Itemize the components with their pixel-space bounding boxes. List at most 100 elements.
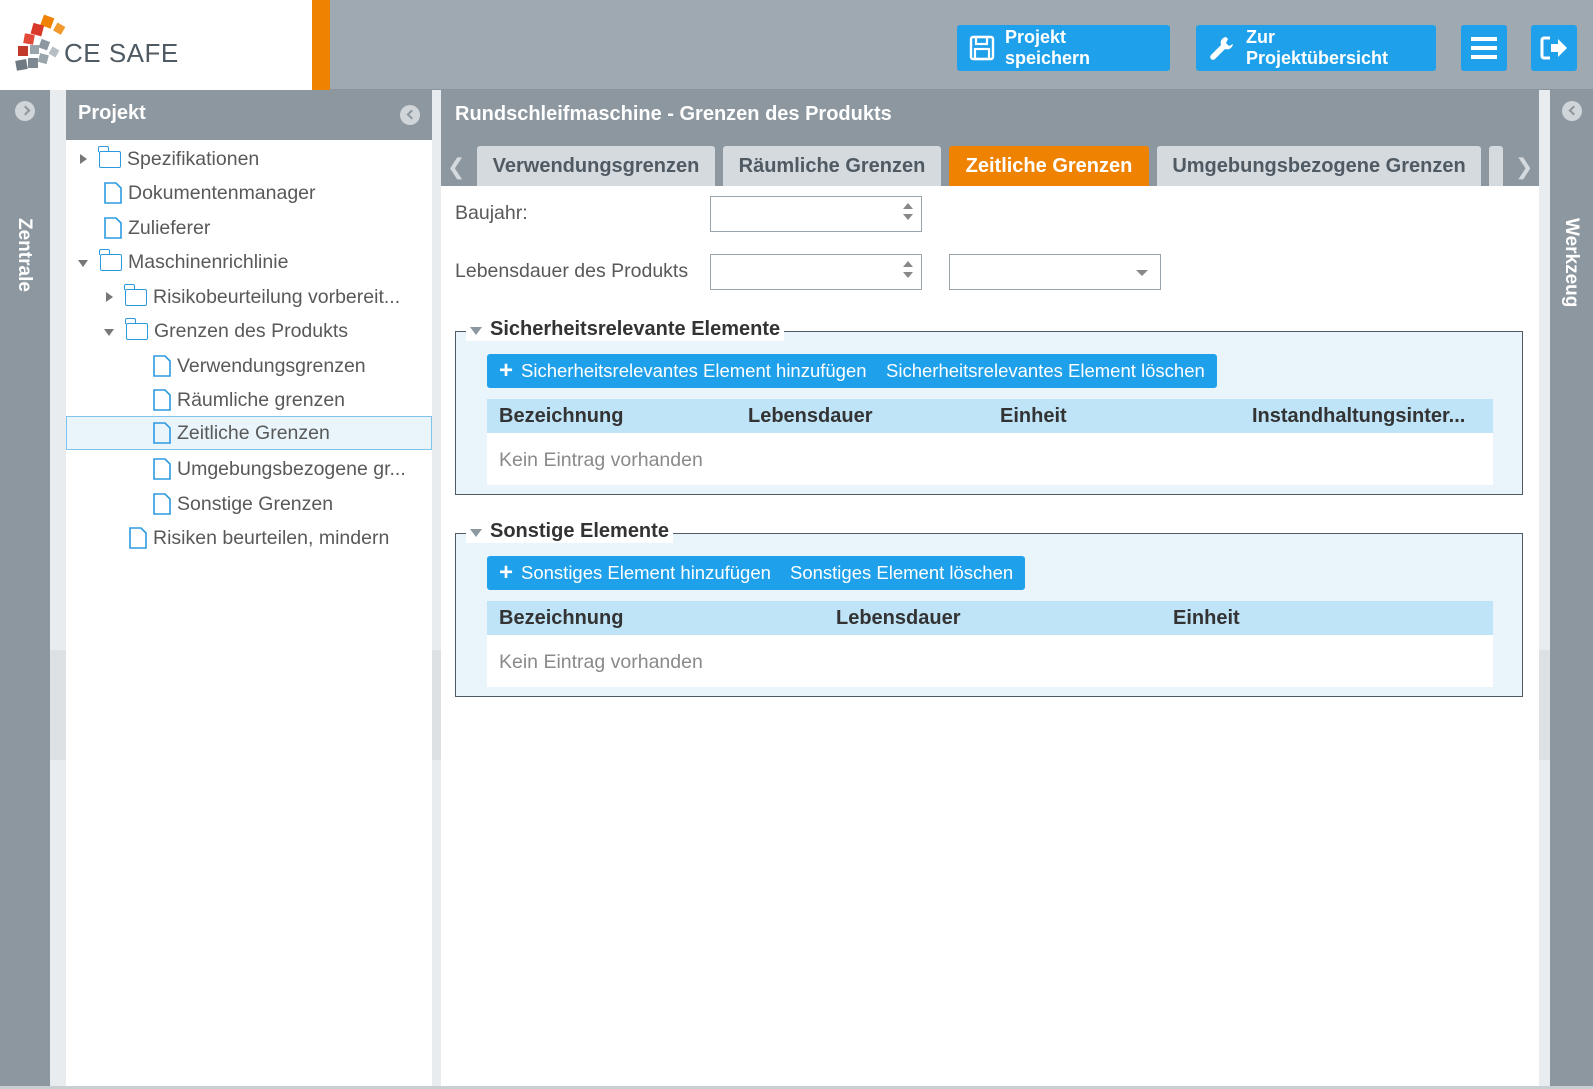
- tab-verwendungsgrenzen[interactable]: Verwendungsgrenzen: [477, 146, 715, 186]
- collapse-section-icon[interactable]: [470, 326, 482, 335]
- collapse-arrow-icon[interactable]: [104, 329, 114, 336]
- column-header[interactable]: Instandhaltungsinter...: [1252, 405, 1465, 428]
- expand-tool-panel-icon[interactable]: [1562, 101, 1582, 121]
- collapse-tree-icon[interactable]: [400, 105, 420, 125]
- tab-overflow[interactable]: [1489, 146, 1503, 186]
- collapse-arrow-icon[interactable]: [78, 260, 88, 267]
- main-panel: Rundschleifmaschine - Grenzen des Produk…: [441, 90, 1539, 1089]
- tree-item-label: Grenzen des Produkts: [154, 319, 349, 342]
- floppy-disk-icon: [969, 35, 995, 61]
- collapse-section-icon[interactable]: [470, 528, 482, 537]
- tree-item-label: Risikobeurteilung vorbereit...: [153, 285, 401, 308]
- plus-icon: +: [499, 357, 514, 384]
- tab-raeumliche-grenzen[interactable]: Räumliche Grenzen: [723, 146, 941, 186]
- column-header[interactable]: Bezeichnung: [499, 607, 623, 630]
- tree-item-label: Maschinenrichlinie: [128, 250, 289, 273]
- safety-elements-table: Bezeichnung Lebensdauer Einheit Instandh…: [487, 399, 1493, 485]
- expand-central-icon[interactable]: [15, 101, 35, 121]
- central-panel-label: Zentrale: [14, 218, 35, 292]
- delete-safety-element-label: Sicherheitsrelevantes Element löschen: [886, 360, 1205, 381]
- tree-item-risiken-beurteilen[interactable]: Risiken beurteilen, mindern: [129, 521, 389, 555]
- column-header[interactable]: Einheit: [1000, 405, 1067, 428]
- add-safety-element-label: Sicherheitsrelevantes Element hinzufügen: [521, 360, 867, 381]
- tree-item-label: Umgebungsbezogene gr...: [177, 457, 406, 480]
- folder-icon: [125, 317, 148, 340]
- lebensdauer-input[interactable]: [710, 254, 922, 290]
- menu-button[interactable]: [1461, 25, 1507, 71]
- tree-item-grenzen-des-produkts[interactable]: Grenzen des Produkts: [104, 314, 348, 348]
- tree-item-sonstige-grenzen[interactable]: Sonstige Grenzen: [153, 487, 333, 521]
- add-other-element-label: Sonstiges Element hinzufügen: [521, 562, 771, 583]
- tool-panel-collapsed[interactable]: Werkzeug: [1550, 90, 1593, 1089]
- project-overview-button[interactable]: Zur Projektübersicht: [1196, 25, 1436, 71]
- tree-item-label: Zeitliche Grenzen: [177, 421, 330, 444]
- tab-scroll-right-icon[interactable]: ❯: [1515, 154, 1533, 180]
- expand-arrow-icon[interactable]: [80, 154, 87, 164]
- lebensdauer-unit-select[interactable]: [949, 254, 1161, 290]
- save-project-button[interactable]: Projekt speichern: [957, 25, 1170, 71]
- tree-item-raeumliche-grenzen[interactable]: Räumliche grenzen: [153, 383, 345, 417]
- folder-icon: [124, 283, 147, 306]
- expand-arrow-icon[interactable]: [106, 292, 113, 302]
- baujahr-label: Baujahr:: [455, 202, 528, 224]
- column-header[interactable]: Bezeichnung: [499, 405, 623, 428]
- safety-elements-section: Sicherheitsrelevante Elemente + Sicherhe…: [455, 318, 1523, 495]
- logout-button[interactable]: [1531, 25, 1577, 71]
- baujahr-input[interactable]: [710, 196, 922, 232]
- add-other-element-button[interactable]: + Sonstiges Element hinzufügen: [487, 556, 783, 590]
- column-header[interactable]: Lebensdauer: [836, 607, 960, 630]
- add-safety-element-button[interactable]: + Sicherheitsrelevantes Element hinzufüg…: [487, 354, 879, 388]
- document-icon: [153, 422, 171, 444]
- column-header[interactable]: Einheit: [1173, 607, 1240, 630]
- document-icon: [153, 458, 171, 480]
- middle-splitter-grip[interactable]: [432, 650, 441, 760]
- spinner-arrows-icon[interactable]: [903, 261, 913, 283]
- tree-item-zeitliche-grenzen[interactable]: Zeitliche Grenzen: [66, 416, 432, 450]
- tree-item-spezifikationen[interactable]: Spezifikationen: [80, 142, 259, 176]
- central-panel-collapsed[interactable]: Zentrale: [0, 90, 50, 1089]
- tree-item-dokumentenmanager[interactable]: Dokumentenmanager: [104, 176, 316, 210]
- project-tree-title: Projekt: [78, 102, 146, 124]
- document-icon: [104, 182, 122, 204]
- document-icon: [129, 527, 147, 549]
- spinner-arrows-icon[interactable]: [903, 203, 913, 225]
- tree-item-maschinenrichlinie[interactable]: Maschinenrichlinie: [78, 245, 288, 279]
- folder-icon: [98, 145, 121, 168]
- project-tree-panel: Projekt Spezifikationen Dokumentenmanage…: [66, 90, 432, 1089]
- logo-accent-stripe: [312, 0, 330, 90]
- other-elements-title: Sonstige Elemente: [490, 520, 669, 542]
- safety-elements-legend[interactable]: Sicherheitsrelevante Elemente: [466, 318, 785, 341]
- hamburger-icon: [1471, 37, 1497, 59]
- other-elements-section: Sonstige Elemente + Sonstiges Element hi…: [455, 520, 1523, 697]
- save-project-label: Projekt speichern: [1005, 27, 1091, 68]
- delete-other-element-button[interactable]: Sonstiges Element löschen: [778, 556, 1026, 590]
- left-splitter-grip[interactable]: [50, 650, 66, 760]
- tree-item-risikobeurteilung[interactable]: Risikobeurteilung vorbereit...: [106, 280, 400, 314]
- tree-item-label: Sonstige Grenzen: [177, 492, 334, 515]
- tree-item-verwendungsgrenzen[interactable]: Verwendungsgrenzen: [153, 349, 366, 383]
- column-header[interactable]: Lebensdauer: [748, 405, 872, 428]
- empty-table-message: Kein Eintrag vorhanden: [499, 651, 703, 673]
- other-elements-table: Bezeichnung Lebensdauer Einheit Kein Ein…: [487, 601, 1493, 687]
- delete-safety-element-button[interactable]: Sicherheitsrelevantes Element löschen: [874, 354, 1217, 388]
- tree-item-label: Risiken beurteilen, mindern: [153, 526, 390, 549]
- tree-item-zulieferer[interactable]: Zulieferer: [104, 211, 210, 245]
- other-elements-legend[interactable]: Sonstige Elemente: [466, 520, 673, 543]
- lebensdauer-label: Lebensdauer des Produkts: [455, 260, 689, 282]
- right-splitter-grip[interactable]: [1539, 650, 1550, 760]
- tree-item-label: Verwendungsgrenzen: [177, 354, 366, 377]
- safety-elements-title: Sicherheitsrelevante Elemente: [490, 318, 781, 340]
- page-title: Rundschleifmaschine - Grenzen des Produk…: [441, 90, 1539, 140]
- right-splitter[interactable]: [1539, 90, 1550, 1089]
- tree-item-umgebungsbezogene[interactable]: Umgebungsbezogene gr...: [153, 452, 406, 486]
- tab-umgebungsbezogene-grenzen[interactable]: Umgebungsbezogene Grenzen: [1157, 146, 1481, 186]
- table-header: Bezeichnung Lebensdauer Einheit: [487, 601, 1493, 635]
- tree-item-label: Dokumentenmanager: [128, 181, 316, 204]
- document-icon: [153, 389, 171, 411]
- tab-zeitliche-grenzen[interactable]: Zeitliche Grenzen: [949, 146, 1149, 186]
- folder-icon: [99, 248, 122, 271]
- tab-bar: ❮ Verwendungsgrenzen Räumliche Grenzen Z…: [441, 140, 1539, 186]
- tab-scroll-left-icon[interactable]: ❮: [447, 154, 465, 180]
- left-splitter[interactable]: [50, 90, 66, 1089]
- middle-splitter[interactable]: [432, 90, 441, 1089]
